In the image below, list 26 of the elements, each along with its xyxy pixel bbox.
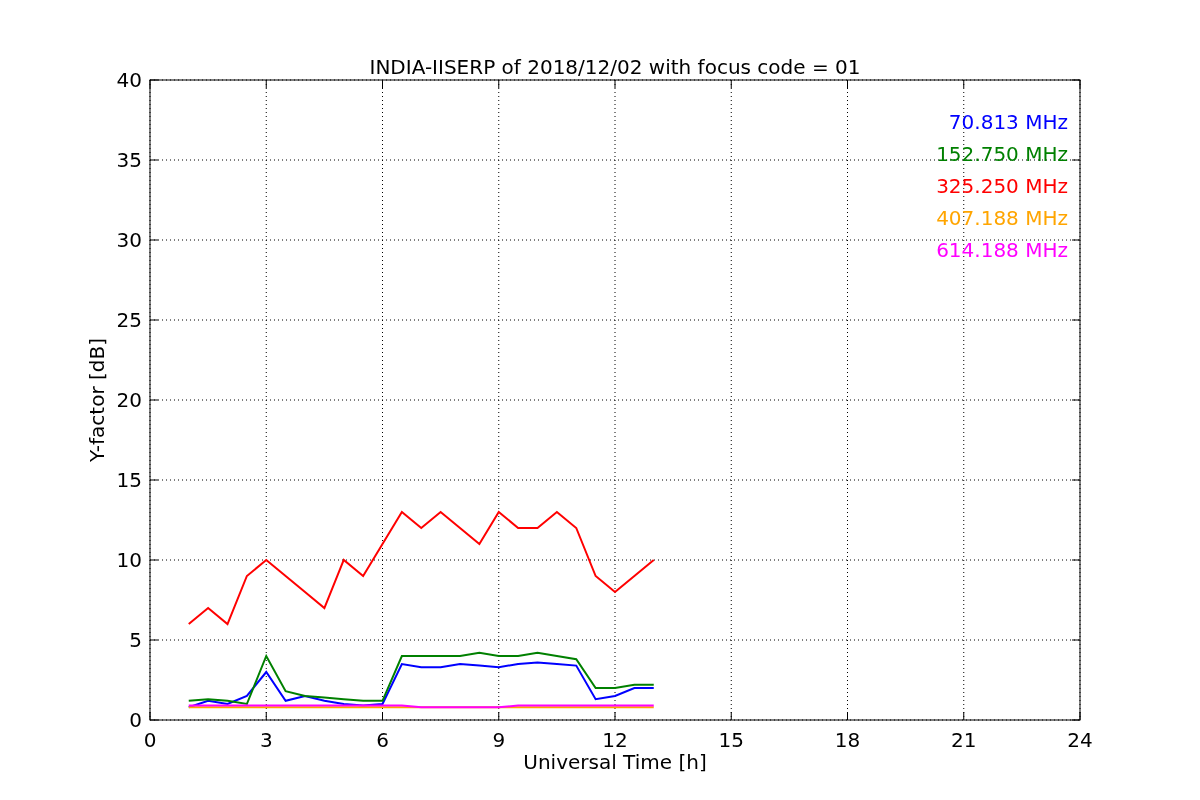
legend-label: 407.188 MHz [936,206,1068,230]
x-tick-label: 24 [1067,728,1093,752]
y-tick-label: 20 [116,388,142,412]
x-tick-label: 12 [602,728,628,752]
x-axis-title: Universal Time [h] [523,750,707,774]
y-tick-label: 25 [116,308,142,332]
y-tick-label: 15 [116,468,142,492]
x-tick-label: 6 [376,728,389,752]
x-tick-label: 15 [718,728,744,752]
y-tick-label: 5 [129,628,142,652]
y-tick-label: 30 [116,228,142,252]
y-tick-label: 10 [116,548,142,572]
x-tick-label: 3 [259,728,273,752]
y-tick-label: 0 [129,708,142,732]
x-tick-label: 18 [834,728,861,752]
legend-label: 325.250 MHz [936,174,1068,198]
legend-label: 152.750 MHz [936,142,1068,166]
x-tick-label: 21 [951,728,977,752]
x-tick-label: 9 [492,728,506,752]
legend-label: 614.188 MHz [936,238,1068,262]
y-tick-label: 40 [116,68,142,92]
legend-label: 70.813 MHz [948,110,1068,134]
chart-title: INDIA-IISERP of 2018/12/02 with focus code = 01 [369,55,861,79]
x-tick-label: 0 [143,728,157,752]
y-axis-title: Y-factor [dB] [85,338,109,462]
y-tick-label: 35 [116,148,142,172]
